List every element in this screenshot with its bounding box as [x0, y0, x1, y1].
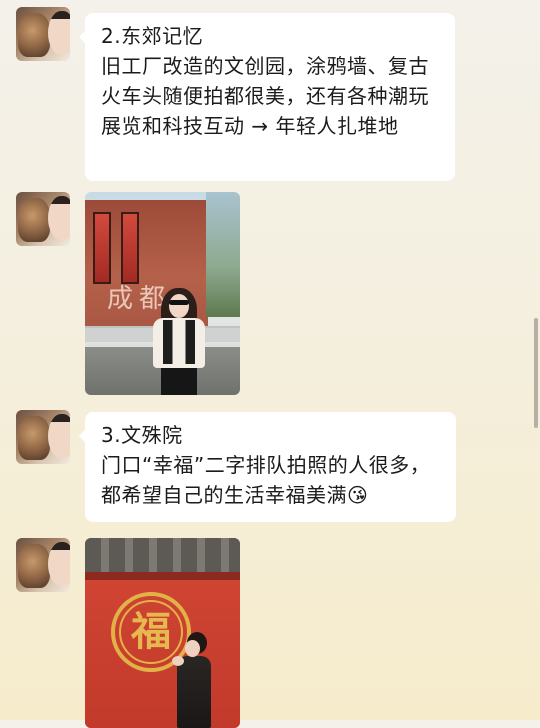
- head: [185, 640, 200, 657]
- message-body-text: 门口“幸福”二字排队拍照的人很多，都希望自己的生活幸福美满: [101, 453, 431, 507]
- cat-icon: [18, 198, 50, 242]
- sunglasses: [169, 300, 189, 305]
- message-bubble[interactable]: 3.文殊院 门口“幸福”二字排队拍照的人很多，都希望自己的生活幸福美满😘: [79, 412, 456, 522]
- sender-avatar[interactable]: [16, 538, 70, 592]
- chat-message-list[interactable]: 2.东郊记忆 旧工厂改造的文创园，涂鸦墙、复古火车头随便拍都很美，还有各种潮玩展…: [0, 0, 540, 728]
- window: [121, 212, 139, 284]
- pants: [161, 368, 197, 395]
- cat-icon: [18, 416, 50, 460]
- cat-icon: [18, 13, 50, 57]
- person-face-icon: [48, 196, 70, 240]
- message-body: 旧工厂改造的文创园，涂鸦墙、复古火车头随便拍都很美，还有各种潮玩展览和科技互动 …: [101, 54, 429, 138]
- message-body: 门口“幸福”二字排队拍照的人很多，都希望自己的生活幸福美满😘: [101, 450, 440, 510]
- tree: [206, 192, 240, 317]
- cat-icon: [18, 544, 50, 588]
- blowing-kiss-emoji-icon: 😘: [347, 483, 369, 507]
- standing-woman: [169, 632, 215, 728]
- message-title: 2.东郊记忆: [101, 24, 204, 48]
- person-face-icon: [48, 414, 70, 458]
- roof-eave: [85, 572, 240, 580]
- sender-avatar[interactable]: [16, 7, 70, 61]
- message-image-brick-building[interactable]: 成都: [85, 192, 240, 395]
- posing-woman: [147, 288, 211, 395]
- sender-avatar[interactable]: [16, 192, 70, 246]
- person-face-icon: [48, 542, 70, 586]
- message-title: 3.文殊院: [101, 423, 183, 447]
- clasped-hands: [172, 656, 184, 666]
- message-image-fu-wall[interactable]: 福: [85, 538, 240, 728]
- tiled-roof: [85, 538, 240, 572]
- message-bubble[interactable]: 2.东郊记忆 旧工厂改造的文创园，涂鸦墙、复古火车头随便拍都很美，还有各种潮玩展…: [79, 13, 455, 181]
- scrollbar[interactable]: [534, 318, 538, 428]
- black-vest: [163, 320, 195, 364]
- sender-avatar[interactable]: [16, 410, 70, 464]
- window: [93, 212, 111, 284]
- head: [169, 294, 189, 318]
- person-face-icon: [48, 11, 70, 55]
- black-coat: [177, 656, 211, 728]
